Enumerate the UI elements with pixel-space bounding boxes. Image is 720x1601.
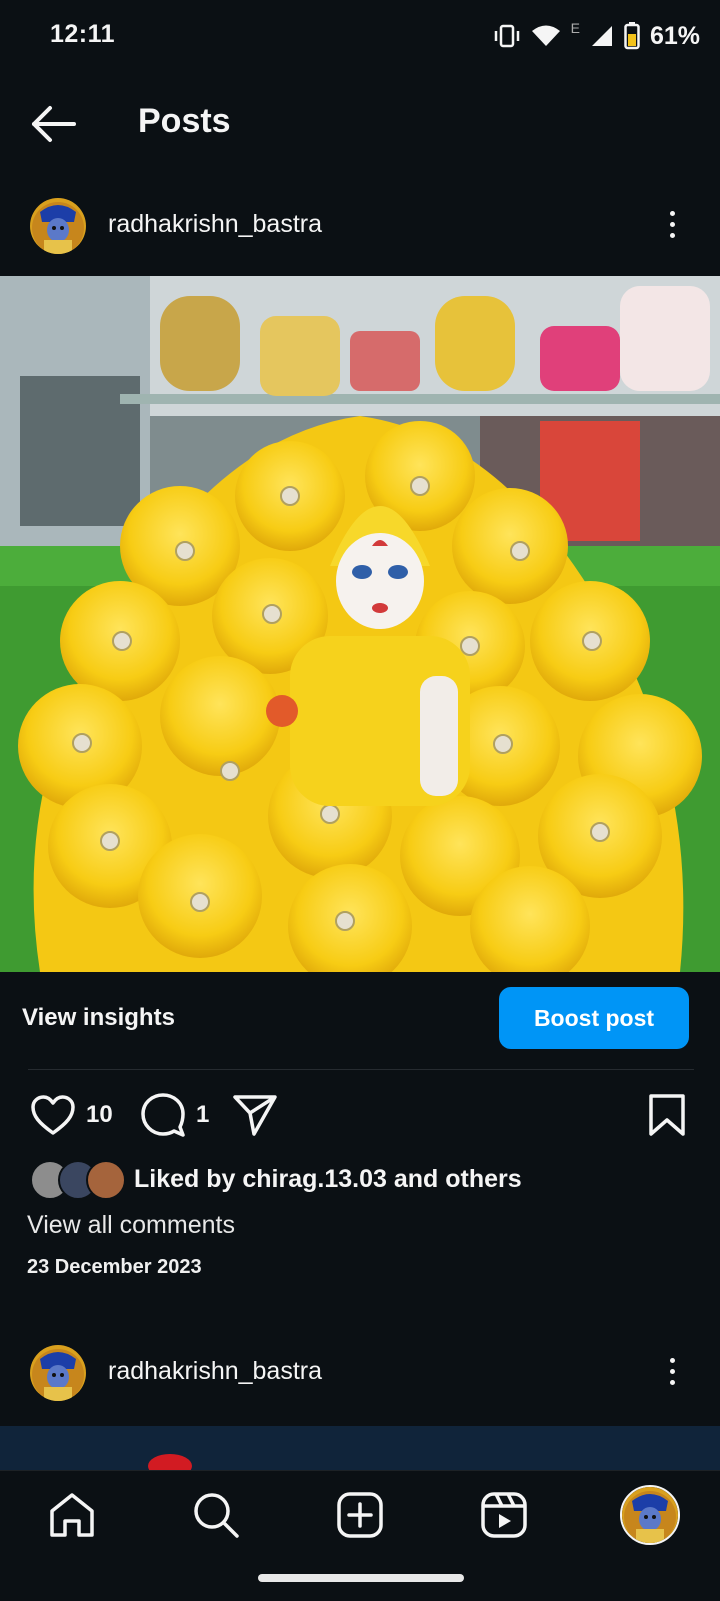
- search-icon: [194, 1493, 239, 1538]
- liker-avatar: [86, 1160, 126, 1200]
- comment-icon: [141, 1093, 185, 1137]
- wifi-icon: [531, 25, 560, 46]
- divider: [28, 1069, 694, 1070]
- network-type: E: [570, 20, 580, 36]
- share-button[interactable]: [232, 1092, 278, 1138]
- post-header: radhakrishn_bastra: [0, 186, 720, 266]
- battery-icon: [624, 22, 640, 50]
- bookmark-icon: [649, 1094, 685, 1136]
- liker-avatars[interactable]: [30, 1160, 126, 1200]
- create-icon: [337, 1492, 383, 1538]
- post-username[interactable]: radhakrishn_bastra: [108, 1357, 322, 1386]
- send-icon: [233, 1095, 277, 1136]
- nav-create[interactable]: [334, 1489, 386, 1541]
- heart-icon: [31, 1095, 75, 1135]
- page-title: Posts: [138, 102, 231, 140]
- avatar-image: [622, 1487, 678, 1543]
- avatar-image: [30, 198, 86, 254]
- vibrate-icon: [494, 24, 519, 48]
- avatar[interactable]: [30, 1345, 86, 1401]
- post-image[interactable]: [0, 1426, 720, 1470]
- liked-by-prefix: Liked by: [134, 1165, 243, 1193]
- liked-by-suffix: and others: [386, 1165, 522, 1193]
- arrow-left-icon: [32, 106, 76, 142]
- post-date: 23 December 2023: [27, 1256, 202, 1278]
- nav-search[interactable]: [190, 1489, 242, 1541]
- status-icons: E 61%: [493, 20, 700, 52]
- post-image[interactable]: [0, 276, 720, 972]
- comment-count: 1: [196, 1101, 210, 1128]
- nav-reels[interactable]: [478, 1489, 530, 1541]
- status-time: 12:11: [50, 20, 116, 48]
- liked-by-user[interactable]: chirag.13.03: [242, 1165, 387, 1193]
- gesture-home-bar[interactable]: [258, 1574, 464, 1582]
- like-count: 10: [86, 1101, 113, 1128]
- view-all-comments-link[interactable]: View all comments: [27, 1211, 235, 1240]
- post-header: radhakrishn_bastra: [0, 1333, 720, 1413]
- more-options-button[interactable]: [664, 208, 680, 244]
- save-button[interactable]: [648, 1092, 686, 1138]
- liked-by-text[interactable]: Liked by chirag.13.03 and others: [134, 1165, 522, 1194]
- battery-percent: 61%: [649, 21, 700, 50]
- like-button[interactable]: 10: [30, 1092, 113, 1138]
- more-options-button[interactable]: [664, 1355, 680, 1391]
- top-header: Posts: [0, 80, 720, 166]
- comment-button[interactable]: 1: [140, 1092, 209, 1138]
- home-icon: [50, 1493, 94, 1537]
- nav-profile-avatar[interactable]: [620, 1485, 680, 1545]
- signal-icon: [591, 26, 612, 46]
- more-vertical-icon: [664, 1358, 680, 1385]
- more-vertical-icon: [664, 211, 680, 238]
- nav-home[interactable]: [46, 1489, 98, 1541]
- back-button[interactable]: [28, 102, 80, 146]
- boost-post-button[interactable]: Boost post: [499, 987, 689, 1049]
- avatar-image: [30, 1345, 86, 1401]
- reels-icon: [481, 1492, 527, 1538]
- status-bar: 12:11 E 61%: [0, 0, 720, 72]
- post-username[interactable]: radhakrishn_bastra: [108, 210, 322, 239]
- avatar[interactable]: [30, 198, 86, 254]
- view-insights-link[interactable]: View insights: [22, 1004, 175, 1032]
